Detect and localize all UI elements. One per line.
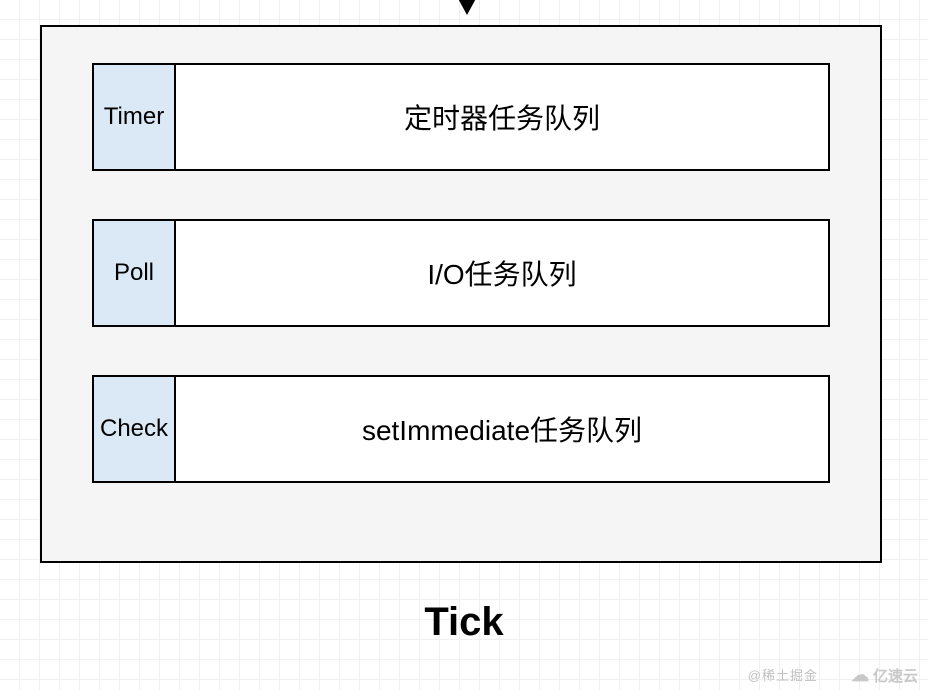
phase-queue-poll: I/O任务队列 [174,219,830,327]
arrow-down-icon [455,0,479,15]
phase-label-check: Check [92,375,174,483]
phase-queue-timer: 定时器任务队列 [174,63,830,171]
cloud-icon: ☁ [851,665,869,686]
tick-title: Tick [0,600,928,645]
tick-container: Timer 定时器任务队列 Poll I/O任务队列 Check setImme… [40,25,882,563]
phase-label-timer: Timer [92,63,174,171]
phase-row-check: Check setImmediate任务队列 [92,375,830,483]
watermark-yisu: ☁ 亿速云 [851,665,918,686]
phase-row-timer: Timer 定时器任务队列 [92,63,830,171]
phase-label-poll: Poll [92,219,174,327]
watermark-juejin: @稀土掘金 [748,665,818,684]
watermark-yisu-text: 亿速云 [873,665,918,686]
phase-queue-check: setImmediate任务队列 [174,375,830,483]
phase-row-poll: Poll I/O任务队列 [92,219,830,327]
